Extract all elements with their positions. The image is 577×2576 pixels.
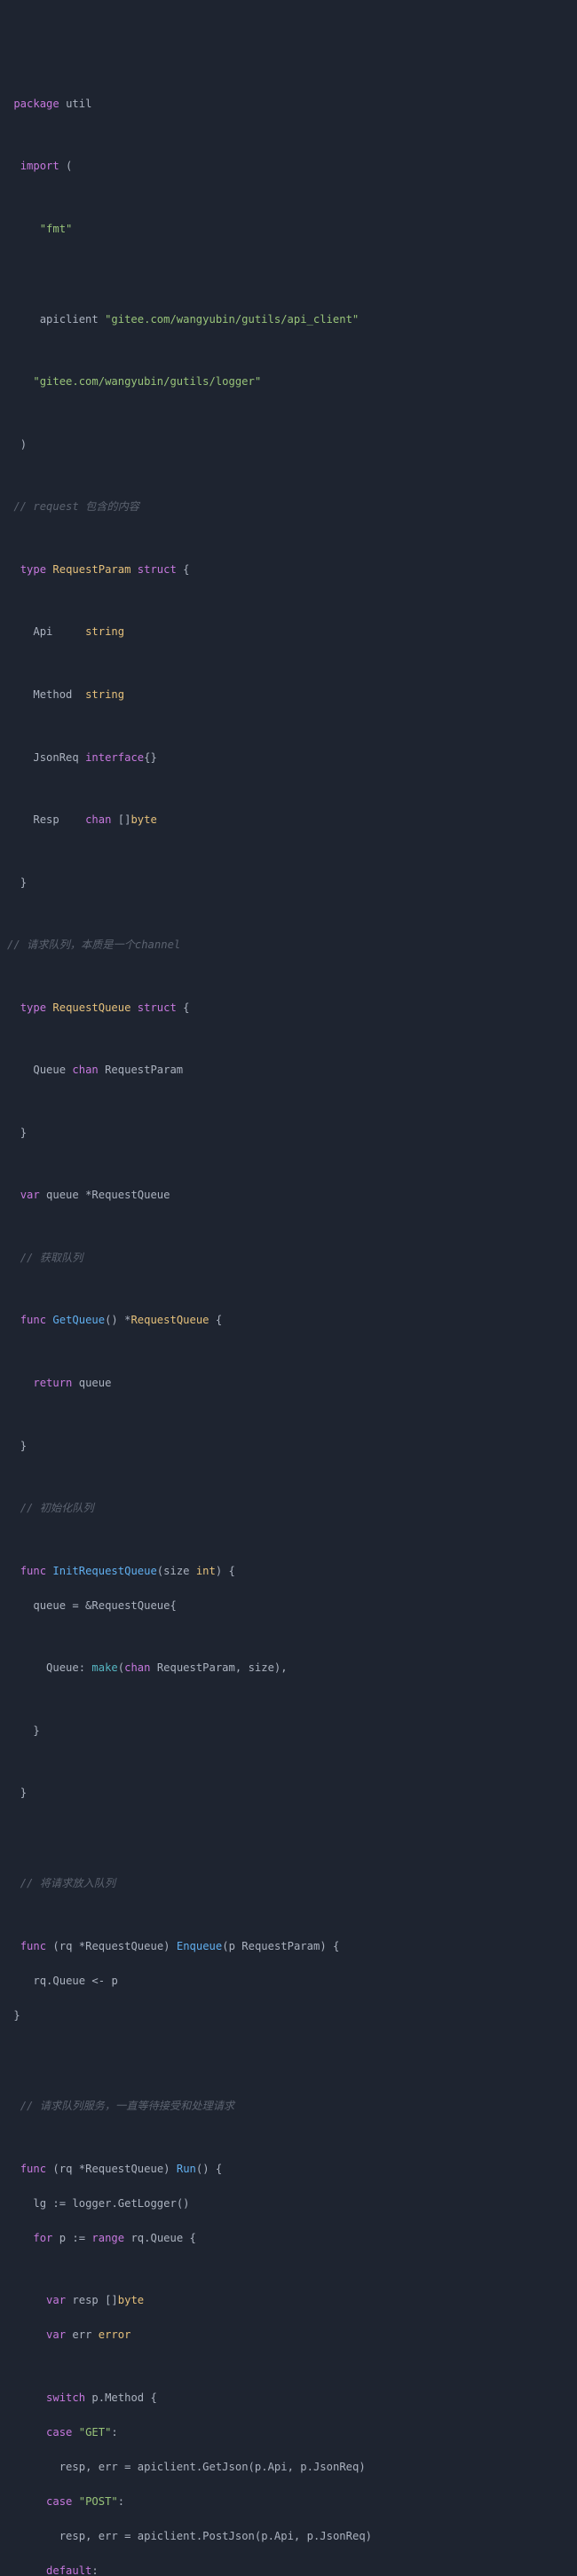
code-line: // 请求队列，本质是一个channel [7,937,577,954]
code-line: type RequestParam struct { [7,562,577,579]
code-line: import ( [7,158,577,176]
code-line: Queue chan RequestParam [7,1062,577,1080]
code-line: Api string [7,624,577,641]
code-line: } [7,1723,577,1740]
code-line: ) [7,436,577,454]
code-line: case "POST": [7,2494,577,2511]
code-line: switch p.Method { [7,2390,577,2407]
code-line: apiclient "gitee.com/wangyubin/gutils/ap… [7,311,577,329]
code-line: var queue *RequestQueue [7,1187,577,1205]
code-line: } [7,1125,577,1143]
code-line: // 请求队列服务，一直等待接受和处理请求 [7,2098,577,2116]
code-line: return queue [7,1375,577,1393]
code-line: Method string [7,687,577,704]
code-block: package util import ( "fmt" apiclient "g… [7,78,577,2576]
code-line: Queue: make(chan RequestParam, size), [7,1660,577,1677]
code-line: Resp chan []byte [7,812,577,829]
code-line: var resp []byte [7,2292,577,2310]
code-line: } [7,875,577,892]
code-line: } [7,1785,577,1802]
code-line: func (rq *RequestQueue) Enqueue(p Reques… [7,1938,577,1956]
code-line: JsonReq interface{} [7,750,577,767]
code-line: "gitee.com/wangyubin/gutils/logger" [7,373,577,391]
code-line: lg := logger.GetLogger() [7,2195,577,2213]
code-line: for p := range rq.Queue { [7,2230,577,2248]
code-line: resp, err = apiclient.GetJson(p.Api, p.J… [7,2459,577,2477]
code-line: // 获取队列 [7,1250,577,1268]
code-line: rq.Queue <- p [7,1973,577,1991]
code-line: "fmt" [7,221,577,239]
code-line: type RequestQueue struct { [7,1000,577,1017]
code-line: // 初始化队列 [7,1500,577,1518]
code-line: resp, err = apiclient.PostJson(p.Api, p.… [7,2528,577,2546]
code-line: case "GET": [7,2424,577,2442]
code-line: } [7,1438,577,1456]
code-line: queue = &RequestQueue{ [7,1598,577,1615]
code-line: func InitRequestQueue(size int) { [7,1563,577,1581]
code-line: package util [7,96,577,114]
code-line: func (rq *RequestQueue) Run() { [7,2161,577,2179]
code-line: // request 包含的内容 [7,499,577,516]
code-line: // 将请求放入队列 [7,1875,577,1893]
code-line: func GetQueue() *RequestQueue { [7,1312,577,1330]
code-line: var err error [7,2327,577,2344]
code-line: } [7,2007,577,2025]
code-line: default: [7,2563,577,2576]
